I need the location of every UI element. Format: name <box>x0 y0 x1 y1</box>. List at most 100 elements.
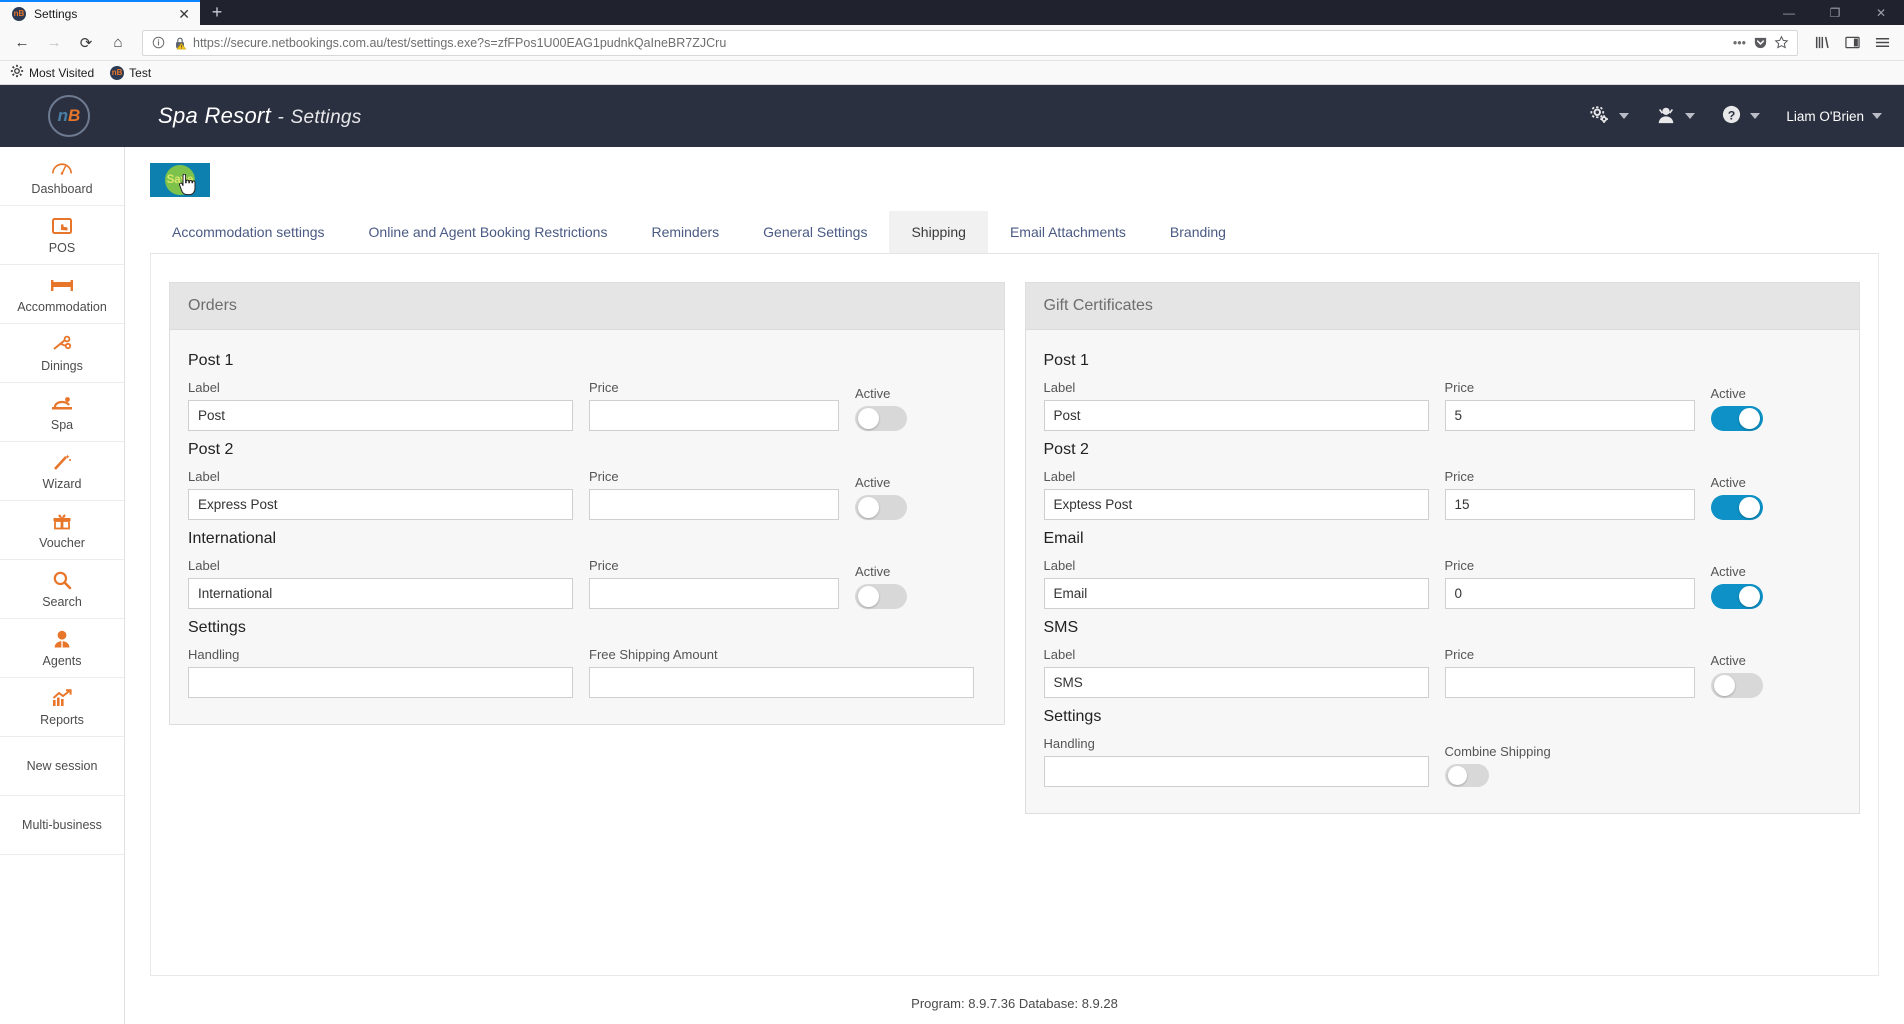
back-icon[interactable]: ← <box>8 29 36 57</box>
tab-shipping[interactable]: Shipping <box>889 211 988 253</box>
new-tab-button[interactable]: + <box>200 0 234 25</box>
gift-post2-price-input[interactable] <box>1444 489 1695 520</box>
gauge-icon <box>51 157 73 177</box>
help-menu[interactable]: ? <box>1721 104 1761 128</box>
agent-icon <box>52 629 72 649</box>
orders-post1-label-input[interactable] <box>188 400 573 431</box>
gift-email-title: Email <box>1043 530 1084 547</box>
insecure-lock-warning-icon[interactable] <box>172 35 187 50</box>
orders-post1-price-field: Price <box>589 380 839 431</box>
gift-post1-active-toggle[interactable] <box>1710 406 1763 431</box>
gift-handling-input[interactable] <box>1043 756 1429 787</box>
gift-panel-title: Gift Certificates <box>1025 283 1859 330</box>
sidebar-item-multi-business[interactable]: Multi-business <box>0 796 124 855</box>
field-caption: Label <box>188 469 220 484</box>
pocket-icon[interactable] <box>1753 35 1768 50</box>
browser-tab-settings[interactable]: nB Settings ✕ <box>0 0 200 25</box>
field-caption: Active <box>855 564 891 579</box>
orders-post2-price-input[interactable] <box>589 489 839 520</box>
orders-handling-input[interactable] <box>188 667 573 698</box>
gift-post2-price-field: Price <box>1444 469 1695 520</box>
gift-sms-label-input[interactable] <box>1043 667 1429 698</box>
orders-panel: Orders Post 1 Label Price <box>169 282 1005 725</box>
save-button-label: Save <box>166 174 194 186</box>
chevron-down-icon <box>1619 113 1630 119</box>
gift-combine-shipping-field: Combine Shipping <box>1444 744 1551 787</box>
tab-general-settings[interactable]: General Settings <box>741 211 889 253</box>
minimize-icon[interactable]: — <box>1766 0 1812 25</box>
gift-combine-shipping-toggle[interactable] <box>1444 764 1489 787</box>
restore-icon[interactable]: ❐ <box>1812 0 1858 25</box>
sidebar-item-dashboard[interactable]: Dashboard <box>0 147 124 206</box>
orders-post2-label-input[interactable] <box>188 489 573 520</box>
field-caption: Price <box>1444 469 1475 484</box>
toggle-knob <box>1713 675 1735 696</box>
gift-post2-active-toggle[interactable] <box>1710 495 1763 520</box>
orders-post1-active-toggle[interactable] <box>855 406 907 431</box>
gift-post2-label-input[interactable] <box>1043 489 1429 520</box>
toolbar: Save <box>125 147 1904 197</box>
orders-post2-active-toggle[interactable] <box>855 495 907 520</box>
sidebar-item-dinings[interactable]: Dinings <box>0 324 124 383</box>
gift-sms-active-toggle[interactable] <box>1710 673 1763 698</box>
tab-accommodation-settings[interactable]: Accommodation settings <box>150 211 347 253</box>
application-root: nB Spa Resort - Settings ? Liam O'Brien … <box>0 85 1904 1024</box>
gift-post2-title: Post 2 <box>1043 441 1089 458</box>
sidebar-item-agents[interactable]: Agents <box>0 619 124 678</box>
forward-icon[interactable]: → <box>40 29 68 57</box>
business-name: Spa Resort <box>158 103 272 128</box>
sidebar-item-spa[interactable]: Spa <box>0 383 124 442</box>
page-actions-icon[interactable]: ••• <box>1732 35 1747 50</box>
tab-reminders[interactable]: Reminders <box>629 211 741 253</box>
orders-free-shipping-input[interactable] <box>589 667 974 698</box>
settings-menu[interactable] <box>1589 105 1630 128</box>
user-name-menu[interactable]: Liam O'Brien <box>1786 109 1882 124</box>
toggle-knob <box>858 497 879 518</box>
app-body: Dashboard POS Accommodation Dinings Spa … <box>0 147 1904 1024</box>
sidebar: Dashboard POS Accommodation Dinings Spa … <box>0 147 125 1024</box>
gift-email-label-field: Label <box>1043 558 1429 609</box>
gift-email-active-toggle[interactable] <box>1710 584 1763 609</box>
gift-sms-price-input[interactable] <box>1444 667 1695 698</box>
page-info-icon[interactable] <box>151 35 166 50</box>
tab-branding[interactable]: Branding <box>1148 211 1248 253</box>
sidebar-toggle-icon[interactable] <box>1838 29 1866 57</box>
sidebar-item-new-session[interactable]: New session <box>0 737 124 796</box>
library-icon[interactable] <box>1808 29 1836 57</box>
sidebar-item-accommodation[interactable]: Accommodation <box>0 265 124 324</box>
orders-international-label-input[interactable] <box>188 578 573 609</box>
home-icon[interactable]: ⌂ <box>104 29 132 57</box>
tab-email-attachments[interactable]: Email Attachments <box>988 211 1148 253</box>
sidebar-item-wizard[interactable]: Wizard <box>0 442 124 501</box>
gift-email-price-input[interactable] <box>1444 578 1695 609</box>
reload-icon[interactable]: ⟳ <box>72 29 100 57</box>
hamburger-menu-icon[interactable] <box>1868 29 1896 57</box>
gift-email-label-input[interactable] <box>1043 578 1429 609</box>
window-close-icon[interactable]: ✕ <box>1858 0 1904 25</box>
toggle-knob <box>1738 586 1760 607</box>
bookmark-star-icon[interactable] <box>1774 35 1789 50</box>
field-caption: Label <box>188 558 220 573</box>
gift-post1-price-input[interactable] <box>1444 400 1695 431</box>
toggle-knob <box>1738 497 1760 518</box>
orders-post1-price-input[interactable] <box>589 400 839 431</box>
user-name-label: Liam O'Brien <box>1786 108 1864 124</box>
gift-icon <box>52 511 72 531</box>
netbookings-logo[interactable]: nB <box>48 95 90 137</box>
url-text[interactable]: https://secure.netbookings.com.au/test/s… <box>193 36 1726 50</box>
bookmark-most-visited[interactable]: Most Visited <box>10 64 94 81</box>
save-button[interactable]: Save <box>150 163 210 197</box>
bookmark-test[interactable]: nB Test <box>110 65 151 80</box>
sidebar-item-pos[interactable]: POS <box>0 206 124 265</box>
orders-post2-active-field: Active <box>855 475 935 520</box>
gift-post1-label-input[interactable] <box>1043 400 1429 431</box>
sidebar-item-voucher[interactable]: Voucher <box>0 501 124 560</box>
sidebar-item-search[interactable]: Search <box>0 560 124 619</box>
sidebar-item-reports[interactable]: Reports <box>0 678 124 737</box>
url-bar[interactable]: https://secure.netbookings.com.au/test/s… <box>142 29 1798 56</box>
tab-online-and-agent-booking-restrictions[interactable]: Online and Agent Booking Restrictions <box>347 211 630 253</box>
user-menu[interactable] <box>1655 105 1696 128</box>
close-icon[interactable]: ✕ <box>178 7 190 21</box>
orders-international-price-input[interactable] <box>589 578 839 609</box>
orders-international-active-toggle[interactable] <box>855 584 907 609</box>
